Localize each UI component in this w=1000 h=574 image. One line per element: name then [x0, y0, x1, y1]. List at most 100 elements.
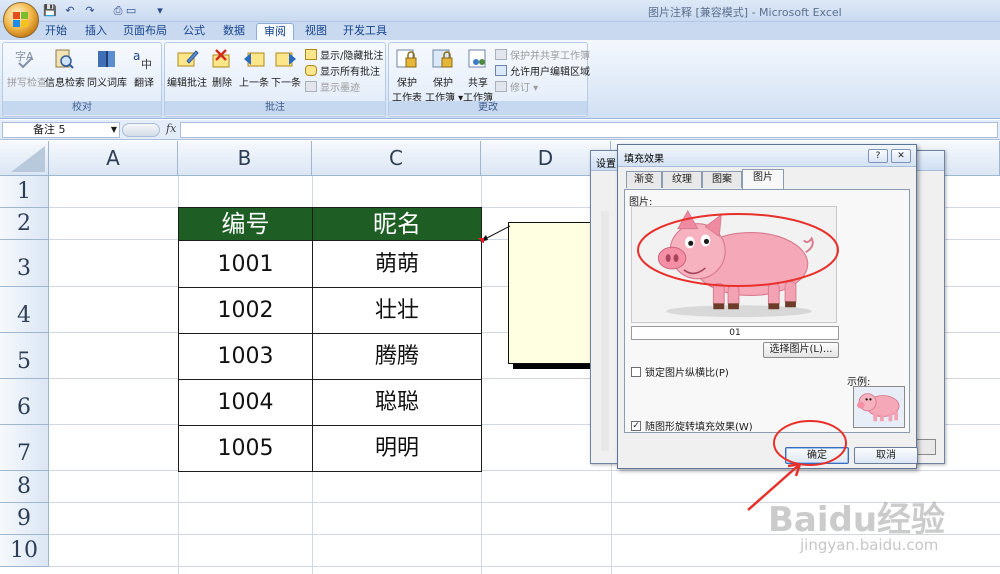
table-header-id[interactable]: 编号 — [178, 207, 313, 241]
row-header-8[interactable]: 8 — [0, 471, 49, 503]
group-label-comments: 批注 — [165, 101, 385, 115]
table-cell-nickname[interactable]: 萌萌 — [312, 240, 482, 288]
spellcheck-button[interactable]: 字A 拼写检查 — [7, 47, 47, 89]
row-header-5[interactable]: 5 — [0, 333, 49, 379]
office-logo-icon — [13, 12, 29, 28]
select-picture-button[interactable]: 选择图片(L)... — [763, 342, 839, 358]
rotate-with-shape-checkbox[interactable]: ✓ 随图形旋转填充效果(W) — [631, 418, 753, 433]
tab-formulas[interactable]: 公式 — [176, 23, 212, 40]
formula-bar-resize-handle[interactable] — [122, 123, 160, 137]
close-button[interactable]: ✕ — [891, 149, 911, 163]
office-button[interactable] — [3, 2, 39, 38]
qat-customize-icon[interactable]: ▾ — [152, 3, 168, 18]
row-header-10[interactable]: 10 — [0, 535, 49, 567]
protect-workbook-button[interactable]: 保护 工作簿 ▾ — [425, 47, 463, 104]
row-header-3[interactable]: 3 — [0, 240, 49, 287]
translate-button[interactable]: a 中 翻译 — [129, 47, 159, 89]
ribbon: 字A 拼写检查 信息检索 同义词库 a 中 翻译 校对 编辑批注 删除 上一条 … — [0, 40, 1000, 119]
tab-developer[interactable]: 开发工具 — [338, 23, 392, 40]
track-changes-button[interactable]: 修订 ▾ — [495, 79, 538, 94]
group-comments: 编辑批注 删除 上一条 下一条 显示/隐藏批注 显示所有批注 显示墨迹 批注 — [164, 42, 386, 117]
row-header-4[interactable]: 4 — [0, 287, 49, 333]
svg-text:中: 中 — [141, 58, 152, 71]
row-header-7[interactable]: 7 — [0, 425, 49, 471]
tab-review[interactable]: 审阅 — [256, 23, 294, 40]
table-cell-nickname[interactable]: 壮壮 — [312, 287, 482, 334]
lock-aspect-checkbox-box[interactable] — [631, 366, 641, 377]
delete-comment-icon — [212, 49, 230, 68]
format-comment-dialog-body — [601, 211, 609, 451]
fill-effects-dialog: 填充效果 ? ✕ 渐变 纹理 图案 图片 图片: 01 选择图片(L)... 锁… — [617, 144, 918, 469]
table-cell-id[interactable]: 1003 — [178, 333, 313, 380]
redo-icon[interactable]: ↷ — [82, 3, 98, 18]
show-ink-button[interactable]: 显示墨迹 — [305, 79, 360, 94]
tab-home[interactable]: 开始 — [38, 23, 74, 40]
previous-comment-icon — [244, 52, 265, 67]
ribbon-tabs: 开始 插入 页面布局 公式 数据 审阅 视图 开发工具 — [0, 22, 1000, 40]
print-preview-icon[interactable]: ⎙ ▭ — [102, 3, 148, 18]
cancel-button[interactable]: 取消 — [854, 447, 918, 464]
column-header-a[interactable]: A — [49, 141, 178, 176]
protect-share-workbook-button[interactable]: 保护并共享工作簿 — [495, 47, 590, 62]
undo-icon[interactable]: ↶ — [62, 3, 78, 18]
ok-button[interactable]: 确定 — [785, 447, 849, 464]
name-box[interactable]: 备注 5 ▼ — [2, 122, 120, 138]
previous-comment-button[interactable]: 上一条 — [239, 47, 269, 89]
allow-edit-ranges-button[interactable]: 允许用户编辑区域 — [495, 63, 590, 78]
show-ink-icon — [305, 81, 317, 92]
row-header-9[interactable]: 9 — [0, 503, 49, 535]
protect-sheet-icon — [396, 49, 417, 68]
group-changes: 保护 工作表 保护 工作簿 ▾ 共享 工作簿 保护并共享工作簿 允许用户编辑区域… — [388, 42, 590, 117]
column-header-b[interactable]: B — [178, 141, 312, 176]
show-all-comments-button[interactable]: 显示所有批注 — [305, 63, 380, 78]
row-header-2[interactable]: 2 — [0, 208, 49, 240]
save-icon[interactable]: 💾 — [42, 3, 58, 18]
sample-pig-image — [857, 393, 900, 422]
formula-input[interactable] — [180, 122, 998, 138]
table-cell-id[interactable]: 1002 — [178, 287, 313, 334]
table-cell-id[interactable]: 1001 — [178, 240, 313, 288]
table-cell-nickname[interactable]: 腾腾 — [312, 333, 482, 380]
help-button[interactable]: ? — [868, 149, 888, 163]
window-title: 图片注释 [兼容模式] - Microsoft Excel — [648, 6, 842, 19]
table-cell-nickname[interactable]: 明明 — [312, 425, 482, 472]
lock-aspect-checkbox[interactable]: 锁定图片纵横比(P) — [631, 364, 729, 379]
research-button[interactable]: 信息检索 — [45, 47, 85, 89]
delete-comment-button[interactable]: 删除 — [209, 47, 235, 89]
table-header-nickname[interactable]: 昵名 — [312, 207, 482, 241]
tab-insert[interactable]: 插入 — [78, 23, 114, 40]
picture-name-field: 01 — [631, 326, 839, 340]
insert-function-icon[interactable]: fx — [166, 122, 176, 135]
track-changes-icon — [495, 81, 507, 92]
table-cell-id[interactable]: 1005 — [178, 425, 313, 472]
spellcheck-icon: 字A — [15, 49, 34, 69]
pig-image — [657, 209, 814, 318]
table-cell-nickname[interactable]: 聪聪 — [312, 379, 482, 426]
fill-effects-title-bar: 填充效果 ? ✕ — [618, 145, 916, 167]
show-all-comments-icon — [305, 65, 317, 76]
row-header-6[interactable]: 6 — [0, 379, 49, 425]
select-all-corner[interactable] — [0, 141, 49, 176]
tab-view[interactable]: 视图 — [298, 23, 334, 40]
edit-comment-button[interactable]: 编辑批注 — [167, 47, 207, 89]
tab-picture[interactable]: 图片 — [742, 169, 784, 189]
name-box-dropdown-icon[interactable]: ▼ — [111, 123, 117, 137]
protect-share-icon — [495, 49, 507, 60]
table-cell-id[interactable]: 1004 — [178, 379, 313, 426]
tab-page-layout[interactable]: 页面布局 — [118, 23, 172, 40]
tab-gradient[interactable]: 渐变 — [626, 171, 662, 188]
tab-texture[interactable]: 纹理 — [662, 171, 702, 188]
share-workbook-icon — [468, 49, 486, 68]
fill-effects-title: 填充效果 — [624, 154, 664, 165]
column-header-c[interactable]: C — [312, 141, 481, 176]
share-workbook-button[interactable]: 共享 工作簿 — [463, 47, 493, 104]
thesaurus-button[interactable]: 同义词库 — [87, 47, 127, 89]
protect-sheet-button[interactable]: 保护 工作表 — [391, 47, 423, 104]
row-header-1[interactable]: 1 — [0, 176, 49, 208]
next-comment-button[interactable]: 下一条 — [271, 47, 301, 89]
show-hide-comment-button[interactable]: 显示/隐藏批注 — [305, 47, 383, 62]
tab-data[interactable]: 数据 — [216, 23, 252, 40]
tab-pattern[interactable]: 图案 — [702, 171, 742, 188]
rotate-with-shape-checkbox-box[interactable]: ✓ — [631, 420, 641, 431]
watermark-brand: Baidu经验 — [768, 500, 946, 540]
